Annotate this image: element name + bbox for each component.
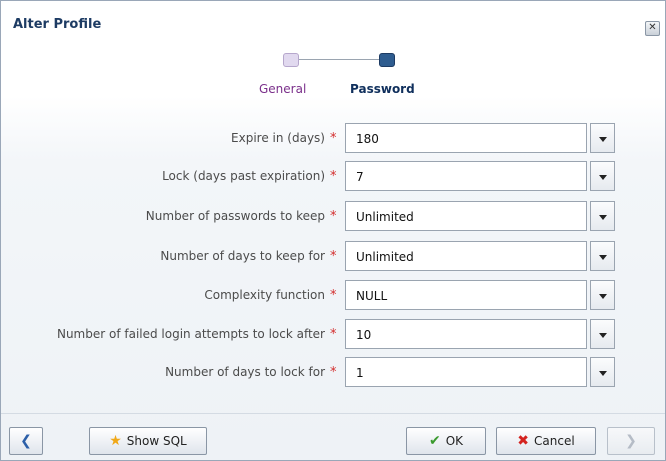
train-label-password: Password <box>350 82 415 96</box>
next-button[interactable]: ❯ <box>607 427 655 455</box>
alter-profile-dialog: Alter Profile ✕ General Password Expire … <box>0 0 666 461</box>
dropdown-button[interactable] <box>590 280 615 310</box>
form-row-lock-days: Number of days to lock for * 1 <box>1 357 665 387</box>
show-sql-button[interactable]: ★ Show SQL <box>89 427 207 455</box>
days-to-lock-field[interactable]: 1 <box>345 357 587 387</box>
form-row-expire: Expire in (days) * 180 <box>1 123 665 153</box>
lock-days-field[interactable]: 7 <box>345 161 587 191</box>
passwords-to-keep-field[interactable]: Unlimited <box>345 201 587 231</box>
form-row-lock: Lock (days past expiration) * 7 <box>1 161 665 191</box>
cancel-button[interactable]: ✖ Cancel <box>496 427 596 455</box>
dialog-title: Alter Profile <box>13 17 102 32</box>
train-stop-password <box>379 53 395 67</box>
chevron-right-icon: ❯ <box>625 433 637 449</box>
dropdown-button[interactable] <box>590 241 615 271</box>
ok-label: OK <box>445 434 464 448</box>
field-label: Number of passwords to keep <box>145 209 325 223</box>
dropdown-button[interactable] <box>590 357 615 387</box>
cancel-label: Cancel <box>534 434 575 448</box>
train-stop-general[interactable] <box>283 53 299 67</box>
field-label: Number of days to keep for <box>160 249 325 263</box>
days-to-keep-field[interactable]: Unlimited <box>345 241 587 271</box>
cancel-x-icon: ✖ <box>517 433 530 449</box>
form-row-days-keep: Number of days to keep for * Unlimited <box>1 241 665 271</box>
field-label: Number of failed login attempts to lock … <box>56 327 325 341</box>
expire-days-field[interactable]: 180 <box>345 123 587 153</box>
dropdown-button[interactable] <box>590 123 615 153</box>
failed-attempts-field[interactable]: 10 <box>345 319 587 349</box>
required-icon: * <box>330 131 337 146</box>
required-icon: * <box>330 209 337 224</box>
star-icon: ★ <box>109 433 122 449</box>
train-connector <box>293 59 383 60</box>
chevron-left-icon: ❮ <box>20 433 32 449</box>
field-label: Expire in (days) <box>231 131 325 145</box>
form-row-complexity: Complexity function * NULL <box>1 280 665 310</box>
required-icon: * <box>330 365 337 380</box>
dropdown-button[interactable] <box>590 319 615 349</box>
train-label-general[interactable]: General <box>259 82 306 96</box>
dropdown-button[interactable] <box>590 201 615 231</box>
required-icon: * <box>330 288 337 303</box>
complexity-function-field[interactable]: NULL <box>345 280 587 310</box>
field-label: Complexity function <box>204 288 325 302</box>
required-icon: * <box>330 249 337 264</box>
form-row-passwords-keep: Number of passwords to keep * Unlimited <box>1 201 665 231</box>
show-sql-label: Show SQL <box>126 434 187 448</box>
ok-button[interactable]: ✔ OK <box>406 427 486 455</box>
back-button[interactable]: ❮ <box>9 427 43 455</box>
field-label: Number of days to lock for <box>165 365 325 379</box>
close-icon[interactable]: ✕ <box>645 21 660 36</box>
required-icon: * <box>330 169 337 184</box>
form-row-failed-attempts: Number of failed login attempts to lock … <box>1 319 665 349</box>
dropdown-button[interactable] <box>590 161 615 191</box>
footer-divider <box>1 413 665 414</box>
required-icon: * <box>330 327 337 342</box>
check-icon: ✔ <box>428 433 441 449</box>
field-label: Lock (days past expiration) <box>162 169 325 183</box>
